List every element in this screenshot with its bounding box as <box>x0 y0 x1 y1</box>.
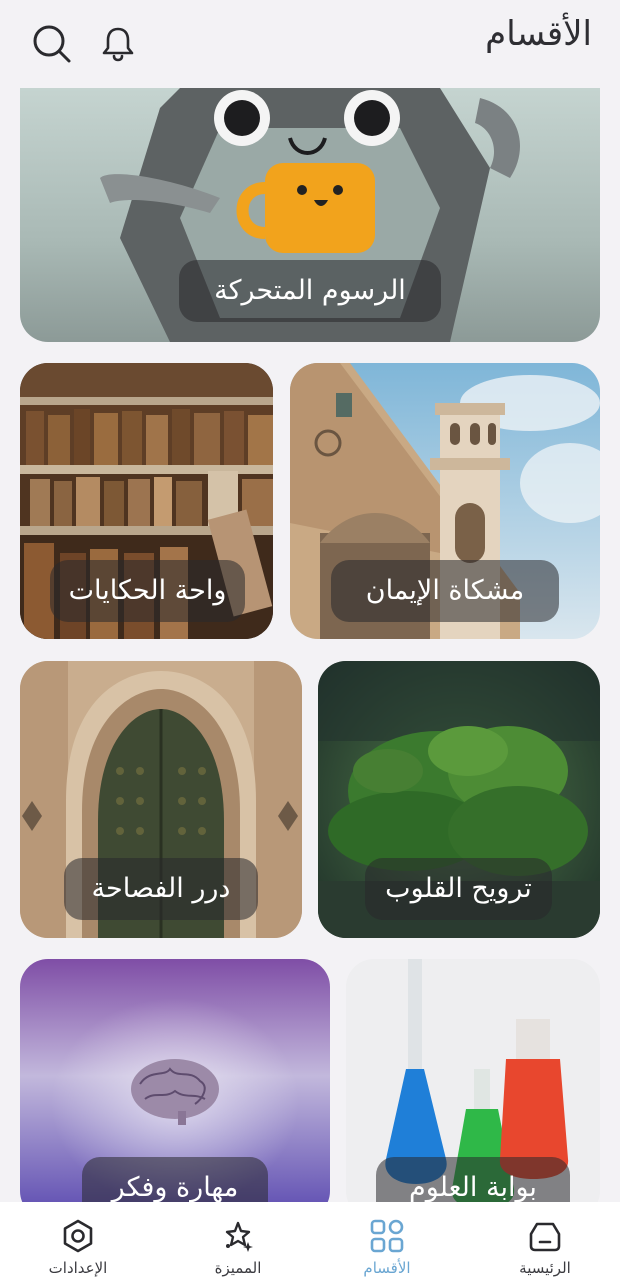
nav-label: المميزة <box>214 1259 262 1277</box>
category-card-animation[interactable]: الرسوم المتحركة <box>20 88 600 342</box>
bell-icon <box>102 27 134 62</box>
search-icon <box>33 25 71 63</box>
sparkle-icon <box>220 1218 256 1254</box>
nav-item-sections[interactable]: الأقسام <box>342 1202 432 1287</box>
categories-grid: الرسوم المتحركة مشكاة الإيمان واحة الحكا… <box>0 88 620 1202</box>
home-icon <box>527 1218 563 1254</box>
top-app-bar: الأقسام <box>0 0 620 88</box>
notifications-button[interactable] <box>97 24 139 64</box>
nav-label: الرئيسية <box>519 1259 571 1277</box>
category-label: درر الفصاحة <box>64 858 258 920</box>
nav-item-home[interactable]: الرئيسية <box>500 1202 590 1287</box>
category-label: مهارة وفكر <box>82 1157 268 1202</box>
nav-label: الأقسام <box>363 1259 411 1277</box>
category-card-eloquence[interactable]: درر الفصاحة <box>20 661 302 938</box>
category-card-iman[interactable]: مشكاة الإيمان <box>290 363 600 639</box>
category-label: مشكاة الإيمان <box>331 560 559 622</box>
category-card-mind[interactable]: مهارة وفكر <box>20 959 330 1202</box>
nav-item-featured[interactable]: المميزة <box>193 1202 283 1287</box>
nav-item-settings[interactable]: الإعدادات <box>33 1202 123 1287</box>
page-title: الأقسام <box>485 14 592 54</box>
category-label: الرسوم المتحركة <box>179 260 441 322</box>
nav-label: الإعدادات <box>48 1259 108 1277</box>
category-label: بوابة العلوم <box>376 1157 570 1202</box>
category-label: ترويح القلوب <box>365 858 552 920</box>
grid-icon <box>369 1218 405 1254</box>
category-label: واحة الحكايات <box>50 560 245 622</box>
bottom-navigation: الرئيسية الأقسام المميزة الإعدادات <box>0 1202 620 1287</box>
settings-icon <box>60 1218 96 1254</box>
category-card-science[interactable]: بوابة العلوم <box>346 959 600 1202</box>
category-card-stories[interactable]: واحة الحكايات <box>20 363 273 639</box>
category-card-hearts[interactable]: ترويح القلوب <box>318 661 600 938</box>
search-button[interactable] <box>30 22 74 66</box>
